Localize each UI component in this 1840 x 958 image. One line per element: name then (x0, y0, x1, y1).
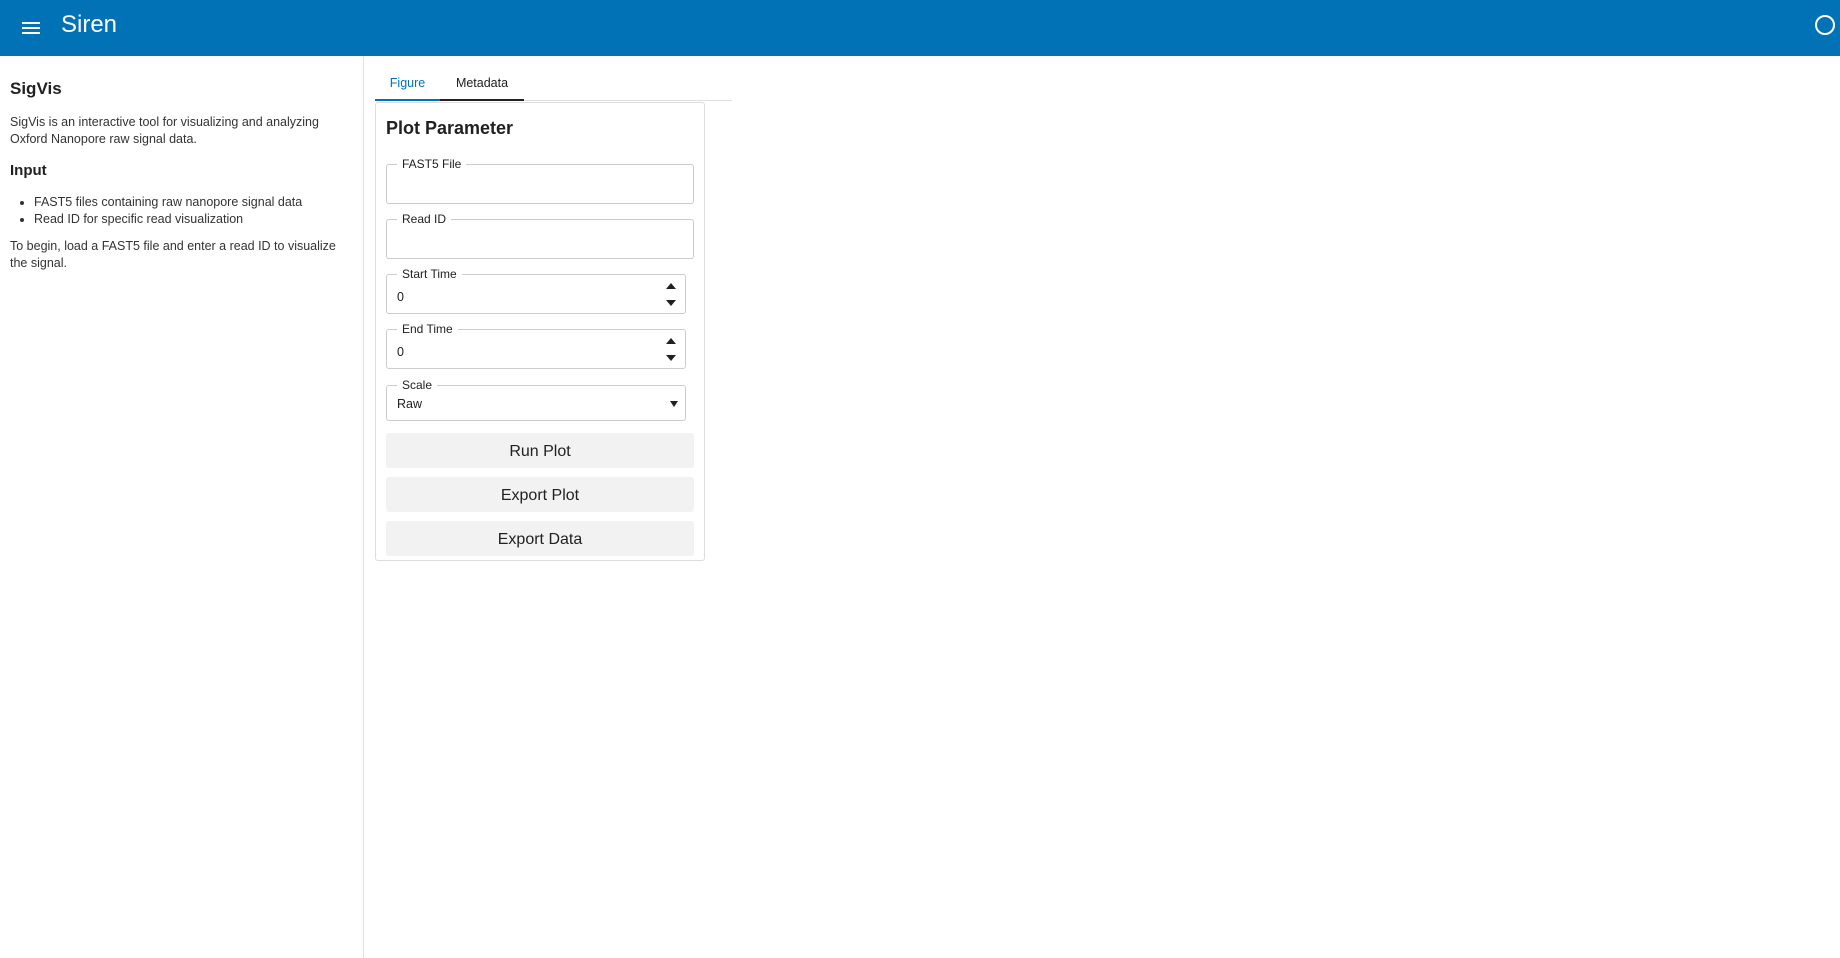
input-list-item: FAST5 files containing raw nanopore sign… (34, 194, 302, 211)
scale-select[interactable]: Scale Raw (386, 378, 686, 421)
sidebar-description: SigVis is an interactive tool for visual… (10, 115, 319, 146)
app-header: Siren (0, 0, 1840, 56)
end-time-input[interactable]: End Time 0 (386, 322, 686, 369)
begin-instructions: To begin, load a FAST5 file and enter a … (10, 239, 336, 270)
fast5-file-label: FAST5 File (397, 157, 467, 171)
read-id-field[interactable]: Read ID (386, 212, 694, 259)
sidebar: SigVis SigVis is an interactive tool for… (0, 56, 364, 958)
increment-arrow-icon[interactable] (666, 338, 676, 344)
card-title: Plot Parameter (386, 118, 514, 138)
read-id-label: Read ID (397, 212, 452, 226)
start-time-input[interactable]: Start Time 0 (386, 267, 686, 314)
end-time-label: End Time (397, 322, 458, 336)
scale-value: Raw (397, 397, 423, 411)
tab-bar: Figure Metadata (375, 68, 732, 101)
decrement-arrow-icon[interactable] (666, 300, 676, 306)
tab-metadata[interactable]: Metadata (440, 68, 524, 101)
chevron-down-icon (670, 401, 678, 407)
export-data-button[interactable]: Export Data (386, 521, 694, 556)
start-time-label: Start Time (397, 267, 462, 281)
input-heading: Input (10, 162, 47, 179)
start-time-value: 0 (397, 290, 404, 304)
input-list: FAST5 files containing raw nanopore sign… (10, 194, 302, 228)
decrement-arrow-icon[interactable] (666, 355, 676, 361)
input-list-item: Read ID for specific read visualization (34, 211, 302, 228)
plot-parameter-card: Plot Parameter FAST5 File Read ID Start … (375, 102, 705, 561)
sidebar-title: SigVis (10, 79, 62, 98)
app-title: Siren (61, 11, 118, 38)
fast5-file-field[interactable]: FAST5 File (386, 157, 694, 204)
tab-figure[interactable]: Figure (375, 68, 440, 101)
hamburger-menu-icon[interactable] (19, 16, 43, 40)
scale-label: Scale (397, 378, 438, 392)
circle-status-icon (1815, 15, 1835, 35)
end-time-value: 0 (397, 345, 404, 359)
run-plot-button[interactable]: Run Plot (386, 433, 694, 468)
increment-arrow-icon[interactable] (666, 283, 676, 289)
export-plot-button[interactable]: Export Plot (386, 477, 694, 512)
